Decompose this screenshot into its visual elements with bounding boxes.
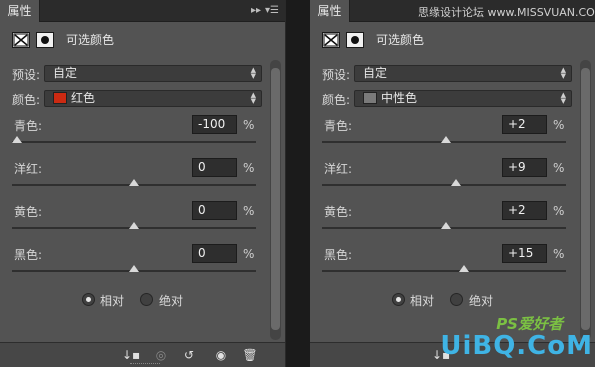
trash-icon[interactable]: 🗑: [242, 347, 258, 363]
preset-value: 自定: [363, 66, 388, 80]
relative-radio[interactable]: [392, 293, 405, 306]
magenta-slider-thumb[interactable]: [129, 179, 139, 186]
select-arrows-icon: ▲ ▼: [250, 66, 256, 80]
black-unit: %: [553, 247, 565, 261]
panel-scrollbar[interactable]: [270, 60, 281, 340]
magenta-input[interactable]: +9: [502, 158, 547, 177]
absolute-label[interactable]: 绝对: [159, 292, 183, 309]
yellow-slider-thumb[interactable]: [129, 222, 139, 229]
preset-value: 自定: [53, 66, 78, 80]
color-swatch: [363, 91, 377, 104]
cyan-label: 青色:: [324, 119, 353, 133]
color-swatch: [53, 91, 67, 104]
magenta-unit: %: [553, 161, 565, 175]
select-arrows-icon: ▲ ▼: [560, 91, 566, 105]
preset-select[interactable]: 自定 ▲ ▼: [44, 65, 262, 82]
black-slider-track[interactable]: [322, 265, 566, 272]
relative-label[interactable]: 相对: [100, 292, 124, 309]
view-previous-state-icon[interactable]: ◎: [150, 347, 172, 363]
panel-tab-bar: 属性 ▸▸ ▾☰: [0, 0, 285, 22]
scroll-thumb[interactable]: [581, 68, 590, 330]
black-label: 黑色:: [324, 248, 353, 262]
color-value: 中性色: [381, 91, 418, 105]
tab-properties[interactable]: 属性: [310, 0, 350, 22]
magenta-input[interactable]: 0: [192, 158, 237, 177]
preset-label: 预设:: [12, 68, 41, 82]
preset-select[interactable]: 自定 ▲ ▼: [354, 65, 572, 82]
layer-mask-icon[interactable]: [346, 32, 364, 48]
panel-header: 可选颜色: [310, 24, 595, 54]
magenta-label: 洋红:: [14, 162, 43, 176]
reset-icon[interactable]: ↺: [181, 347, 197, 363]
cyan-input[interactable]: +2: [502, 115, 547, 134]
cyan-slider-thumb[interactable]: [11, 136, 22, 143]
panel-scrollbar[interactable]: [580, 60, 591, 340]
cyan-unit: %: [553, 118, 565, 132]
panel-header: 可选颜色: [0, 24, 285, 54]
absolute-radio[interactable]: [140, 293, 153, 306]
color-label: 颜色:: [322, 93, 351, 107]
black-slider-track[interactable]: [12, 265, 256, 272]
color-value: 红色: [71, 91, 96, 105]
adjustment-layer-icon[interactable]: [322, 32, 340, 48]
select-arrows-icon: ▲ ▼: [560, 66, 566, 80]
cyan-unit: %: [243, 118, 255, 132]
yellow-input[interactable]: +2: [502, 201, 547, 220]
yellow-unit: %: [553, 204, 565, 218]
panel-menu-icon[interactable]: ▾☰: [265, 4, 279, 18]
cyan-input[interactable]: -100: [192, 115, 237, 134]
layer-mask-icon[interactable]: [36, 32, 54, 48]
collapse-icon[interactable]: ▸▸: [251, 4, 261, 18]
scroll-thumb[interactable]: [271, 68, 280, 330]
yellow-slider-thumb[interactable]: [441, 222, 452, 229]
panel-footer: ↓▪ ◎ ↺ ◉ 🗑: [0, 342, 285, 367]
yellow-slider-track[interactable]: [12, 222, 256, 229]
cyan-label: 青色:: [14, 119, 43, 133]
adjustment-layer-icon[interactable]: [12, 32, 30, 48]
site-logo: PS爱好者 UiBQ.CoM: [440, 315, 593, 365]
cyan-slider-track[interactable]: [11, 136, 256, 143]
black-input[interactable]: 0: [192, 244, 237, 263]
yellow-label: 黄色:: [324, 205, 353, 219]
magenta-label: 洋红:: [324, 162, 353, 176]
cyan-slider-track[interactable]: [322, 136, 566, 143]
panel-title: 可选颜色: [66, 33, 115, 47]
magenta-slider-thumb[interactable]: [451, 179, 462, 186]
black-unit: %: [243, 247, 255, 261]
color-select[interactable]: 红色 ▲ ▼: [44, 90, 262, 107]
select-arrows-icon: ▲ ▼: [250, 91, 256, 105]
black-slider-thumb[interactable]: [129, 265, 139, 272]
cyan-slider-thumb[interactable]: [441, 136, 452, 143]
black-label: 黑色:: [14, 248, 43, 262]
relative-label[interactable]: 相对: [410, 292, 434, 309]
black-input[interactable]: +15: [502, 244, 547, 263]
color-select[interactable]: 中性色 ▲ ▼: [354, 90, 572, 107]
yellow-unit: %: [243, 204, 255, 218]
yellow-input[interactable]: 0: [192, 201, 237, 220]
yellow-slider-track[interactable]: [322, 222, 566, 229]
clip-to-layer-icon[interactable]: ↓▪: [122, 347, 140, 363]
properties-panel-left: 属性 ▸▸ ▾☰ 可选颜色 预设: 自定 ▲ ▼ 颜色: 红色 ▲ ▼ 青色: -1…: [0, 0, 286, 367]
black-slider-thumb[interactable]: [458, 265, 469, 272]
relative-radio[interactable]: [82, 293, 95, 306]
tab-properties[interactable]: 属性: [0, 0, 40, 22]
magenta-slider-track[interactable]: [12, 179, 256, 186]
yellow-label: 黄色:: [14, 205, 43, 219]
panel-tab-bar: 属性 思缘设计论坛 www.MISSVUAN.COM: [310, 0, 595, 22]
preset-label: 预设:: [322, 68, 351, 82]
watermark-text: 思缘设计论坛 www.MISSVUAN.COM: [418, 6, 595, 19]
magenta-unit: %: [243, 161, 255, 175]
resize-grip[interactable]: [130, 363, 160, 366]
logo-text-bottom: UiBQ.CoM: [440, 331, 593, 361]
visibility-eye-icon[interactable]: ◉: [212, 347, 230, 363]
absolute-label[interactable]: 绝对: [469, 292, 493, 309]
magenta-slider-track[interactable]: [322, 179, 566, 186]
absolute-radio[interactable]: [450, 293, 463, 306]
panel-title: 可选颜色: [376, 33, 425, 47]
properties-panel-right: 属性 思缘设计论坛 www.MISSVUAN.COM 可选颜色 预设: 自定 ▲…: [310, 0, 595, 367]
color-label: 颜色:: [12, 93, 41, 107]
